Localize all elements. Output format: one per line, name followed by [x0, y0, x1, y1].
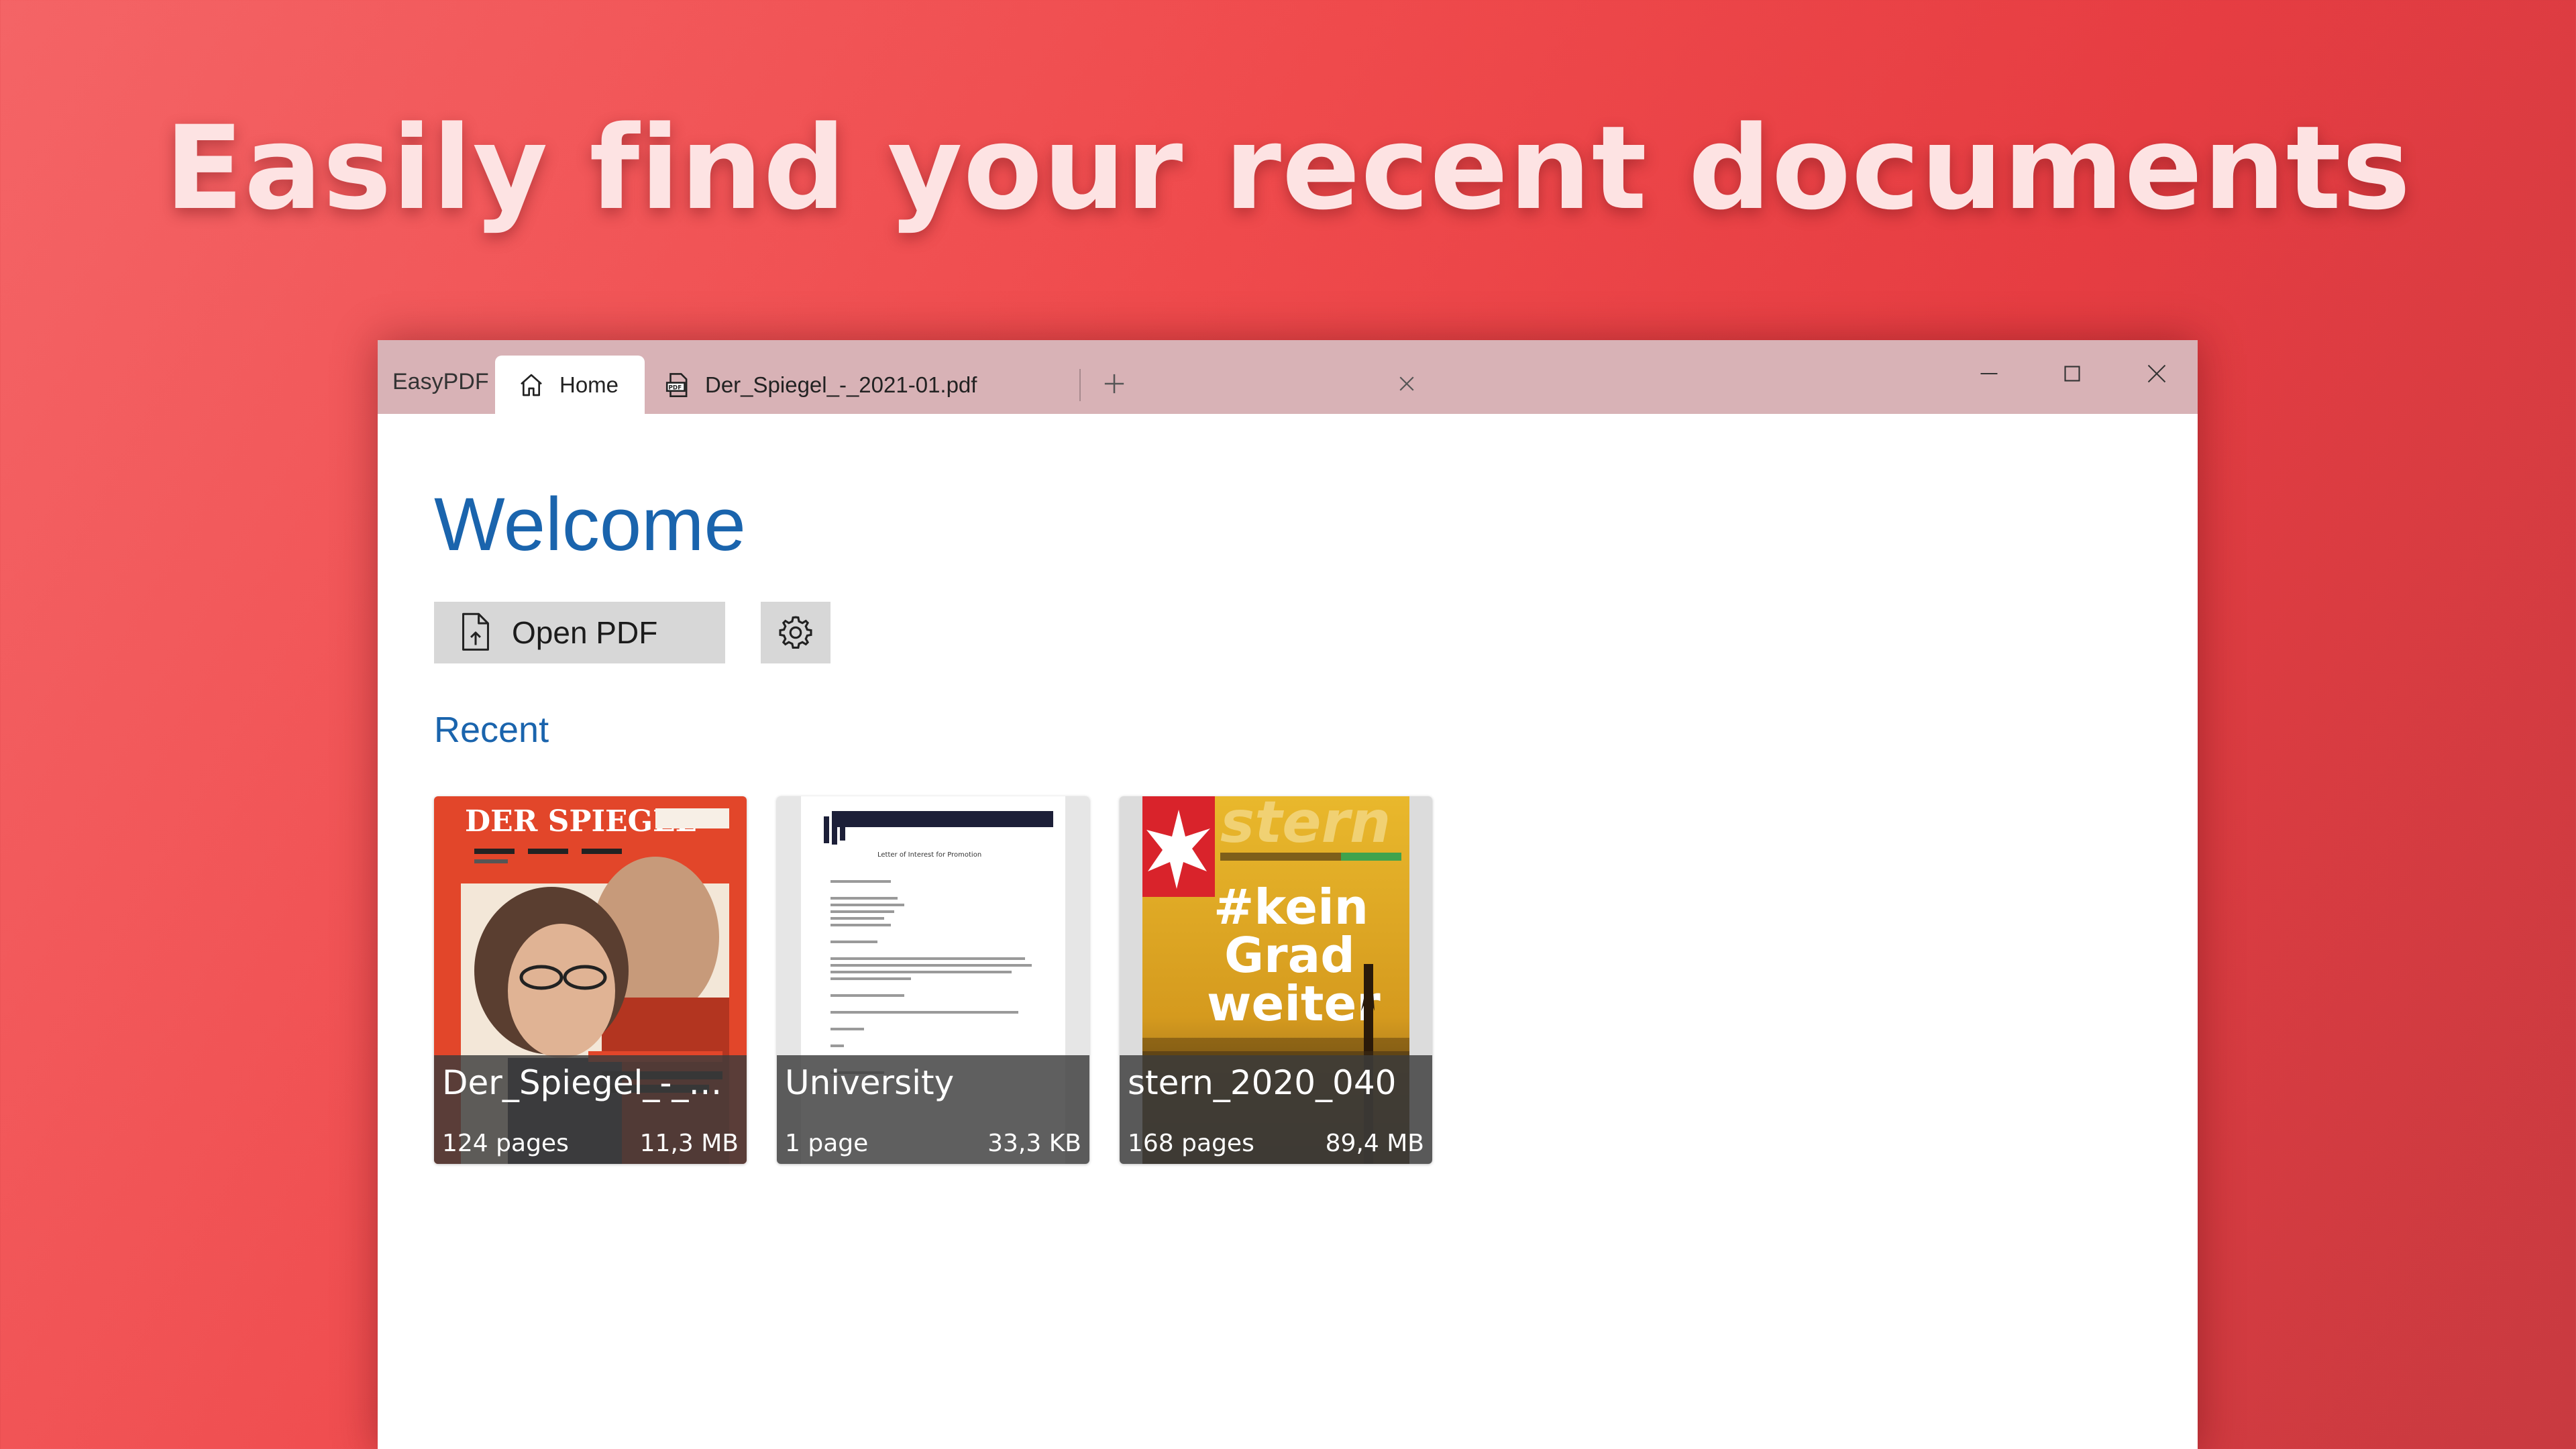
close-icon [2147, 364, 2166, 383]
open-pdf-label: Open PDF [512, 615, 658, 650]
gear-icon [779, 616, 812, 649]
open-file-icon [457, 612, 494, 653]
home-page: Welcome Open PDF Recent DER SPIEGEL Der_… [378, 414, 2198, 1449]
page-count: 1 page [785, 1130, 869, 1157]
svg-text:PDF: PDF [669, 384, 682, 391]
letter-title: Letter of Interest for Promotion [877, 851, 981, 859]
document-name: Der_Spiegel_-_2... [442, 1063, 737, 1102]
app-title: EasyPDF [392, 369, 489, 394]
tab-close-button[interactable] [1393, 370, 1420, 397]
title-bar: EasyPDF Home PDF Der_Spiegel_-_2021-01.p… [378, 340, 2198, 414]
tab-home[interactable]: Home [495, 356, 645, 414]
minimize-button[interactable] [1962, 354, 2016, 394]
file-size: 33,3 KB [987, 1130, 1081, 1157]
tab-home-label: Home [559, 372, 619, 397]
promo-headline: Easily find your recent documents [164, 101, 2412, 235]
file-size: 11,3 MB [639, 1130, 739, 1157]
page-count: 124 pages [442, 1130, 569, 1157]
pdf-file-icon: PDF [663, 371, 692, 399]
home-icon [518, 372, 545, 398]
recent-document-card[interactable]: stern #kein Grad weiter stern_2020_040 1… [1120, 796, 1432, 1164]
card-info-overlay: Der_Spiegel_-_2... 124 pages 11,3 MB [434, 1055, 747, 1164]
card-info-overlay: University 1 page 33,3 KB [777, 1055, 1089, 1164]
app-window: EasyPDF Home PDF Der_Spiegel_-_2021-01.p… [378, 340, 2198, 1449]
close-window-button[interactable] [2130, 354, 2184, 394]
settings-button[interactable] [761, 602, 830, 663]
recent-document-card[interactable]: DER SPIEGEL Der_Spiegel_-_2... 124 pages… [434, 796, 747, 1164]
recent-document-card[interactable]: Letter of Interest for Promotion Univers… [777, 796, 1089, 1164]
document-name: University [785, 1063, 955, 1102]
card-info-overlay: stern_2020_040 168 pages 89,4 MB [1120, 1055, 1432, 1164]
document-name: stern_2020_040 [1128, 1063, 1397, 1102]
file-size: 89,4 MB [1325, 1130, 1424, 1157]
stern-headline-3: weiter [1207, 975, 1381, 1032]
page-count: 168 pages [1128, 1130, 1254, 1157]
tab-document-label: Der_Spiegel_-_2021-01.pdf [705, 372, 977, 397]
page-title: Welcome [434, 482, 746, 566]
stern-masthead: stern [1220, 796, 1391, 856]
open-pdf-button[interactable]: Open PDF [434, 602, 725, 663]
maximize-button[interactable] [2045, 354, 2099, 394]
tab-separator [1079, 369, 1081, 401]
minimize-icon [1980, 373, 1998, 374]
maximize-icon [2064, 366, 2080, 382]
plus-icon [1104, 374, 1124, 394]
new-tab-button[interactable] [1097, 367, 1131, 400]
recent-heading: Recent [434, 710, 549, 750]
close-tab-icon [1399, 376, 1414, 391]
tab-document[interactable]: PDF Der_Spiegel_-_2021-01.pdf [659, 356, 1075, 414]
